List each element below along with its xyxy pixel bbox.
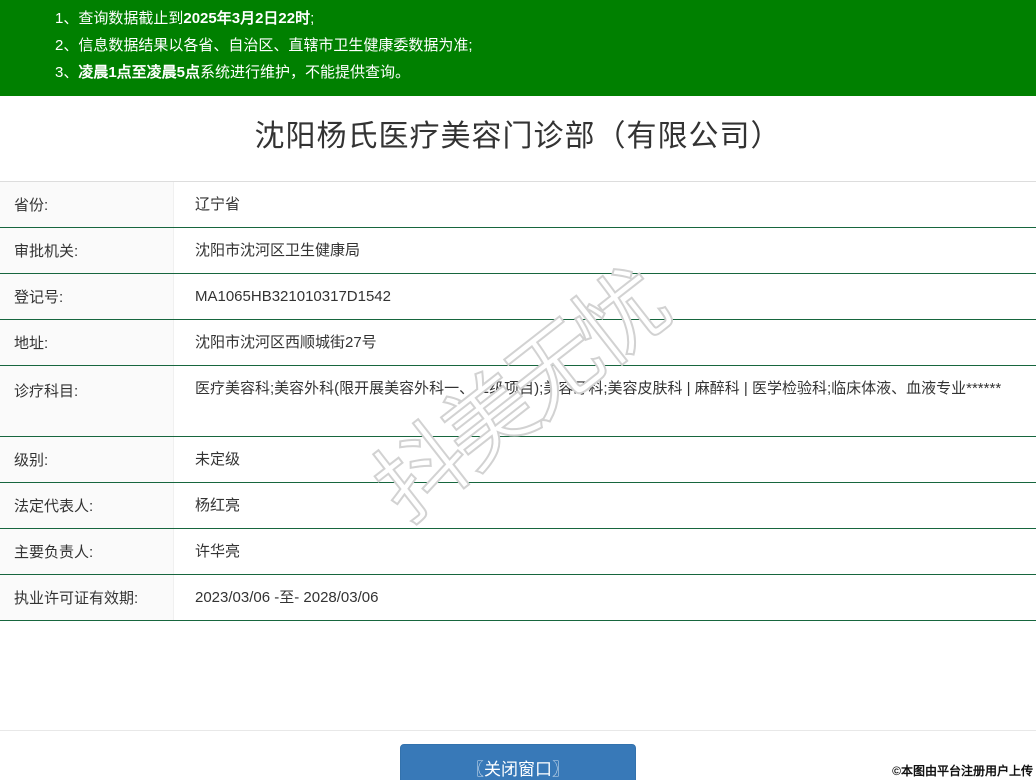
row-value: 许华亮 [195,543,241,560]
table-row-medical-subjects: 诊疗科目: 医疗美容科;美容外科(限开展美容外科一、二级项目);美容牙科;美容皮… [0,366,1036,437]
notice-banner: 1、查询数据截止到2025年3月2日22时; 2、信息数据结果以各省、自治区、直… [0,0,1036,96]
row-value: MA1065HB321010317D1542 [195,288,391,305]
row-value: 沈阳市沈河区西顺城街27号 [195,334,377,351]
notice-number: 2、 [55,37,79,54]
table-row-address: 地址: 沈阳市沈河区西顺城街27号 [0,320,1036,366]
row-label: 诊疗科目: [0,366,174,436]
notice-text: 系统进行维护，不能提供查询。 [200,64,411,81]
row-value: 杨红亮 [195,497,241,514]
row-label: 地址: [0,320,174,365]
row-value: 医疗美容科;美容外科(限开展美容外科一、二级项目);美容牙科;美容皮肤科 | 麻… [195,380,1002,397]
row-label: 登记号: [0,274,174,319]
row-value: 沈阳市沈河区卫生健康局 [195,242,361,259]
row-value: 2023/03/06 -至- 2028/03/06 [195,589,379,606]
row-label: 主要负责人: [0,529,174,574]
table-row-main-person-in-charge: 主要负责人: 许华亮 [0,529,1036,575]
row-label: 执业许可证有效期: [0,575,174,620]
notice-line-3: 3、凌晨1点至凌晨5点系统进行维护，不能提供查询。 [55,59,1026,86]
notice-bold-date: 2025年3月2日22时 [183,10,311,27]
license-query-page: 1、查询数据截止到2025年3月2日22时; 2、信息数据结果以各省、自治区、直… [0,0,1036,780]
table-row-province: 省份: 辽宁省 [0,182,1036,228]
row-label: 审批机关: [0,228,174,273]
row-label: 级别: [0,437,174,482]
close-window-button[interactable]: 〖关闭窗口〗 [400,744,636,780]
row-value: 未定级 [195,451,241,468]
row-label: 法定代表人: [0,483,174,528]
row-value: 辽宁省 [195,196,241,213]
notice-text: 信息数据结果以各省、自治区、直辖市卫生健康委数据为准; [78,37,473,54]
notice-number: 3、 [55,64,79,81]
row-label: 省份: [0,182,174,227]
notice-bold-maintenance: 凌晨1点至凌晨5点 [78,64,201,81]
institution-info-table: 省份: 辽宁省 审批机关: 沈阳市沈河区卫生健康局 登记号: MA1065HB3… [0,181,1036,621]
table-row-license-validity: 执业许可证有效期: 2023/03/06 -至- 2028/03/06 [0,575,1036,621]
table-row-level: 级别: 未定级 [0,437,1036,483]
table-row-legal-representative: 法定代表人: 杨红亮 [0,483,1036,529]
notice-text: 查询数据截止到 [78,10,184,27]
footer-divider [0,730,1036,731]
table-row-registration-number: 登记号: MA1065HB321010317D1542 [0,274,1036,320]
institution-title: 沈阳杨氏医疗美容门诊部（有限公司） [254,120,782,153]
notice-line-2: 2、信息数据结果以各省、自治区、直辖市卫生健康委数据为准; [55,32,1026,59]
table-row-approval-authority: 审批机关: 沈阳市沈河区卫生健康局 [0,228,1036,274]
notice-line-1: 1、查询数据截止到2025年3月2日22时; [55,5,1026,32]
notice-number: 1、 [55,10,79,27]
copyright-stamp: ©本图由平台注册用户上传 [892,764,1033,778]
notice-text: ; [310,10,315,27]
